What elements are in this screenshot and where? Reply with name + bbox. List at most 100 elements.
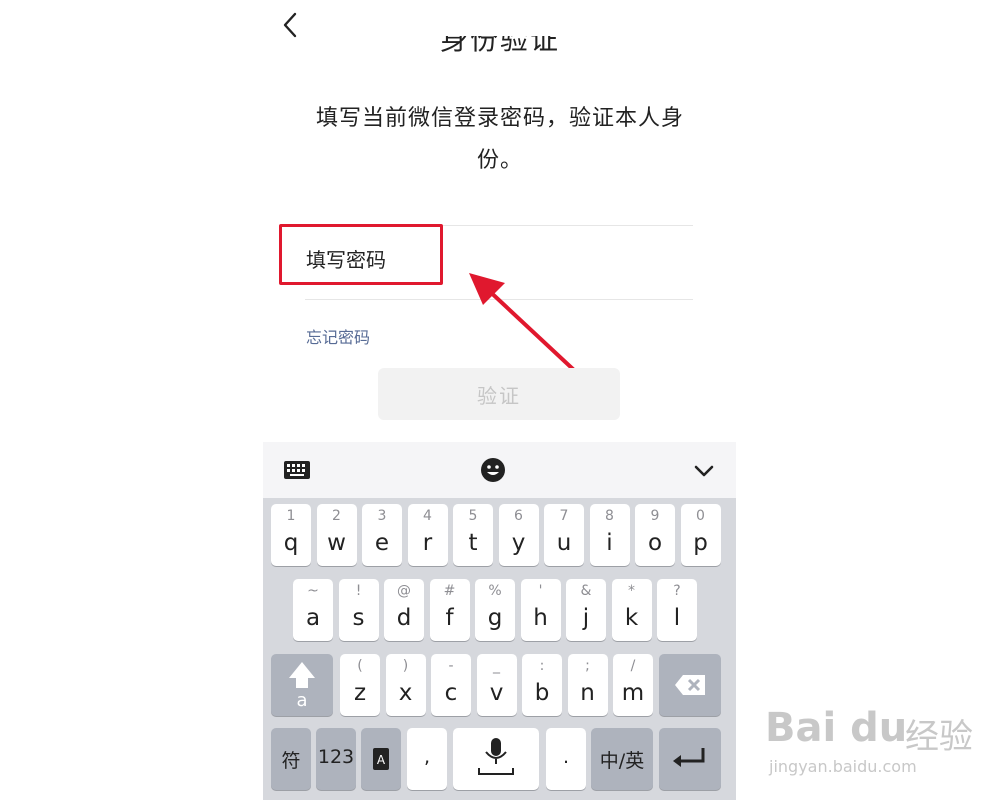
key-primary-label: j	[582, 605, 590, 631]
key-t[interactable]: 5t	[453, 504, 493, 566]
annotation-arrow-icon	[469, 273, 577, 373]
key-primary-label: o	[647, 530, 663, 556]
input-method-icon: A	[373, 748, 389, 770]
key-primary-label: p	[693, 530, 708, 556]
backspace-icon	[675, 675, 705, 695]
key-primary-label: b	[534, 680, 550, 706]
key-f[interactable]: # f	[429, 579, 470, 641]
key-primary-label: s	[352, 605, 365, 631]
page-title: 身份验证	[440, 36, 560, 56]
key-o[interactable]: 9o	[635, 504, 675, 566]
key-secondary-label: 2	[332, 508, 341, 524]
key-secondary-label: (	[357, 658, 363, 674]
key-secondary-label: ?	[673, 583, 681, 599]
input-top-divider	[305, 225, 693, 226]
key-secondary-label: 4	[423, 508, 432, 524]
space-voice-key[interactable]	[453, 728, 539, 790]
key-primary-label: h	[533, 605, 548, 631]
key-primary-label: q	[283, 530, 299, 556]
key-primary-label: c	[444, 680, 458, 706]
key-r[interactable]: 4r	[407, 504, 448, 566]
key-secondary-label: 1	[286, 508, 296, 524]
key-secondary-label: 6	[514, 508, 523, 524]
symbols-key[interactable]: 符	[271, 728, 311, 790]
key-primary-label: z	[353, 680, 367, 706]
verify-prompt: 填写当前微信登录密码，验证本人身份。	[315, 106, 684, 173]
keyboard-toolbar	[263, 442, 736, 498]
forgot-password-link[interactable]: 忘记密码	[306, 324, 370, 348]
password-input[interactable]	[306, 240, 686, 280]
key-a[interactable]: ~ a	[293, 579, 333, 641]
chevron-down-icon[interactable]	[691, 456, 717, 484]
key-secondary-label: 8	[605, 508, 614, 524]
key-secondary-label: _	[493, 658, 500, 674]
key-g[interactable]: % g	[475, 579, 515, 641]
shift-key[interactable]: a	[271, 654, 333, 716]
key-secondary-label: !	[355, 583, 362, 599]
key-secondary-label: *	[628, 583, 635, 599]
key-secondary-label: ~	[307, 583, 319, 599]
microphone-icon	[478, 738, 514, 775]
key-z[interactable]: (z	[340, 654, 380, 716]
key-s[interactable]: ! s	[338, 579, 379, 641]
key-i[interactable]: 8i	[589, 504, 630, 566]
key-secondary-label: '	[538, 583, 543, 599]
key-u[interactable]: 7u	[544, 504, 584, 566]
key-secondary-label: 5	[468, 508, 478, 524]
key-primary-label: i	[606, 530, 613, 556]
key-secondary-label: %	[488, 583, 502, 599]
svg-text:A: A	[377, 753, 386, 767]
enter-key[interactable]	[659, 728, 721, 790]
input-bottom-divider	[305, 299, 693, 300]
back-button[interactable]	[278, 10, 304, 40]
key-b[interactable]: :b	[522, 654, 562, 716]
key-primary-label: w	[327, 530, 346, 556]
emoji-icon[interactable]	[479, 456, 507, 484]
baidu-watermark-logo: Bai du 经验 jingyan.baidu.com	[765, 705, 973, 776]
language-switch-key[interactable]: 中/英	[591, 728, 653, 790]
key-secondary-label: :	[539, 658, 545, 674]
key-e[interactable]: 3e	[362, 504, 402, 566]
verify-button[interactable]: 验证	[378, 368, 620, 420]
key-q[interactable]: 1q	[271, 504, 311, 566]
key-primary-label: f	[445, 605, 454, 631]
key-secondary-label: ;	[585, 658, 590, 674]
period-key[interactable]: .	[546, 728, 586, 790]
key-primary-label: m	[621, 680, 645, 706]
chevron-left-icon	[283, 12, 297, 38]
key-h[interactable]: ' h	[520, 579, 561, 641]
comma-key[interactable]: ,	[407, 728, 447, 790]
key-p[interactable]: 0p	[680, 504, 721, 566]
key-j[interactable]: & j	[566, 579, 606, 641]
key-v[interactable]: _ v	[476, 654, 517, 716]
key-primary-label: t	[468, 530, 478, 556]
key-m[interactable]: / m	[613, 654, 653, 716]
key-primary-label: l	[673, 605, 681, 631]
soft-keyboard: 1 q 2 w 3 e 4 r 5 t 6 y 7 u 8 i 9 o 0 p ~ a! s @ d # f% g ' h & j * k? l(z…	[263, 442, 736, 800]
key-secondary-label: /	[630, 658, 636, 674]
key-secondary-label: 9	[650, 508, 660, 524]
keyboard-icon[interactable]	[283, 456, 311, 484]
key-n[interactable]: ; n	[567, 654, 608, 716]
key-l[interactable]: ? l	[657, 579, 697, 641]
key-primary-label: k	[624, 605, 639, 631]
key-c[interactable]: -c	[431, 654, 471, 716]
key-d[interactable]: @ d	[384, 579, 424, 641]
key-secondary-label: -	[448, 658, 454, 674]
input-method-key[interactable]: A	[361, 728, 401, 790]
key-k[interactable]: * k	[611, 579, 652, 641]
key-x[interactable]: ) x	[385, 654, 426, 716]
key-w[interactable]: 2w	[316, 504, 357, 566]
key-primary-label: n	[580, 680, 595, 706]
key-y[interactable]: 6y	[498, 504, 539, 566]
backspace-key[interactable]	[659, 654, 721, 716]
key-primary-label: g	[487, 605, 503, 631]
key-primary-label: a	[305, 605, 321, 631]
key-secondary-label: )	[402, 658, 409, 674]
key-secondary-label: 0	[696, 508, 705, 524]
numbers-key[interactable]: 123	[316, 728, 356, 790]
key-primary-label: x	[398, 680, 413, 706]
key-secondary-label: @	[397, 583, 411, 599]
key-primary-label: u	[556, 530, 572, 556]
key-primary-label: d	[396, 605, 412, 631]
